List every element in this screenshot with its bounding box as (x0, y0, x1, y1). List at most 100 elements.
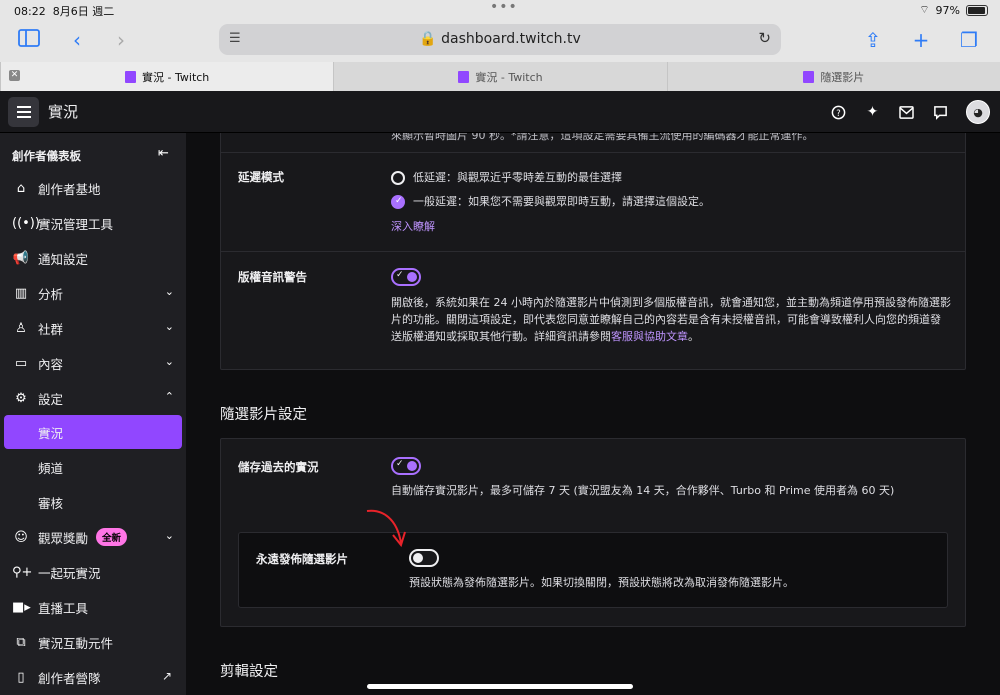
sidebar-item-label: 實況 (38, 425, 64, 441)
sparkle-icon[interactable]: ✦ (864, 104, 881, 121)
store-past-broadcasts-label: 儲存過去的實況 (238, 460, 319, 474)
browser-tab[interactable]: ✕ 實況 - Twitch (0, 62, 334, 91)
sidebar-item-broadcast-tools[interactable]: ■▸ 直播工具 (4, 590, 182, 624)
add-person-icon: ⚲+ (12, 564, 33, 580)
cut-off-text: 來顯示暫時圖片 90 秒。*請注意，這項設定需要具備主流使用的編碼器才能正常運作… (391, 133, 814, 142)
reload-icon[interactable]: ↻ (758, 29, 771, 47)
store-past-broadcasts-toggle[interactable]: ✓ (391, 457, 421, 475)
sidebar-item-label: 審核 (38, 495, 64, 511)
browser-tab[interactable]: 隨選影片 (666, 62, 1000, 91)
battery-percent: 97% (935, 3, 960, 17)
sidebar-item-label: 通知設定 (38, 251, 89, 267)
low-latency-label: 低延遲：與觀眾近乎零時差互動的最佳選擇 (413, 171, 622, 184)
help-icon[interactable]: ? (830, 104, 847, 121)
copyright-warning-toggle[interactable]: ✓ (391, 268, 421, 286)
always-publish-description: 預設狀態為發佈隨選影片。如果切換關閉，預設狀態將改為取消發佈隨選影片。 (409, 576, 794, 589)
broadcast-icon: ((•)) (12, 215, 40, 231)
check-icon: ✓ (396, 270, 404, 280)
ios-home-indicator[interactable] (367, 684, 633, 689)
clip-settings-title: 剪輯設定 (220, 664, 278, 680)
sidebar-item-creator-home[interactable]: ⌂ 創作者基地 (4, 171, 182, 205)
twitch-favicon-icon (803, 70, 815, 83)
sidebar-toggle-icon[interactable] (16, 28, 42, 52)
vod-settings-card: 儲存過去的實況 ✓ 自動儲存實況影片，最多可儲存 7 天 (實況盟友為 14 天… (220, 438, 966, 627)
sidebar-item-stream-manager[interactable]: ((•)) 實況管理工具 (4, 206, 182, 240)
low-latency-radio[interactable] (391, 171, 405, 185)
sidebar-item-stream[interactable]: 實況 (4, 415, 182, 449)
content-icon: ▭ (14, 355, 28, 371)
inbox-icon[interactable] (898, 104, 915, 121)
battery-icon (966, 4, 988, 16)
user-avatar[interactable]: ◕ (966, 100, 990, 124)
sidebar-item-moderation[interactable]: 審核 (4, 485, 182, 519)
help-article-link[interactable]: 客服與協助文章 (611, 330, 688, 343)
forward-icon[interactable]: › (108, 28, 134, 52)
sidebar-item-stream-together[interactable]: ⚲+ 一起玩實況 (4, 555, 182, 589)
sidebar-item-creator-camp[interactable]: ▯ 創作者營隊 ↗ (4, 660, 182, 694)
sidebar-item-label: 實況管理工具 (38, 216, 114, 232)
url-text[interactable]: 🔒 dashboard.twitch.tv (219, 31, 781, 47)
analytics-icon: ▥ (14, 285, 28, 301)
back-icon[interactable]: ‹ (64, 28, 90, 52)
address-bar[interactable]: ☰ 🔒 dashboard.twitch.tv ↻ (219, 24, 781, 55)
new-tab-icon[interactable]: + (908, 28, 934, 52)
collapse-sidebar-icon[interactable]: ⇤ (158, 146, 169, 161)
sidebar-item-community[interactable]: ♙ 社群 ⌄ (4, 311, 182, 345)
new-badge: 全新 (96, 528, 128, 546)
status-date: 8月6日 週二 (52, 5, 115, 18)
sidebar-item-label: 分析 (38, 286, 64, 302)
status-time: 08:22 8月6日 週二 (14, 5, 115, 18)
close-tab-icon[interactable]: ✕ (9, 70, 20, 81)
sidebar-item-extensions[interactable]: ⧉ 實況互動元件 (4, 625, 182, 659)
sidebar-item-label: 內容 (38, 356, 64, 372)
home-icon: ⌂ (16, 180, 26, 196)
sidebar-item-label: 創作者基地 (38, 181, 101, 197)
sidebar-item-content[interactable]: ▭ 內容 ⌄ (4, 346, 182, 380)
always-publish-panel: 永遠發佈隨選影片 預設狀態為發佈隨選影片。如果切換關閉，預設狀態將改為取消發佈隨… (238, 532, 948, 608)
sidebar-item-label: 設定 (38, 391, 64, 407)
sidebar-item-analytics[interactable]: ▥ 分析 ⌄ (4, 276, 182, 310)
sidebar-item-label: 觀眾獎勵 (38, 530, 89, 546)
ios-status-bar: 08:22 8月6日 週二 ••• ⌔ 97% (0, 0, 1000, 20)
twitch-favicon-icon (125, 70, 137, 83)
camera-icon: ■▸ (12, 599, 31, 615)
sidebar-item-viewer-rewards[interactable]: ☺ 觀眾獎勵 全新 ⌄ (4, 520, 182, 554)
sidebar-item-label: 創作者營隊 (38, 670, 101, 686)
vod-settings-title: 隨選影片設定 (220, 407, 307, 423)
page-title: 實況 (48, 103, 79, 121)
sidebar-item-label: 頻道 (38, 460, 64, 476)
safari-toolbar: ‹ › ☰ 🔒 dashboard.twitch.tv ↻ ⇪ + ❐ (0, 20, 1000, 62)
main-content: 來顯示暫時圖片 90 秒。*請注意，這項設定需要具備主流使用的編碼器才能正常運作… (186, 133, 1000, 695)
latency-mode-label: 延遲模式 (238, 170, 284, 184)
whispers-icon[interactable] (932, 104, 949, 121)
book-icon: ▯ (17, 669, 25, 685)
multitask-dots-icon[interactable]: ••• (490, 0, 518, 15)
community-icon: ♙ (15, 320, 27, 336)
tab-overview-icon[interactable]: ❐ (956, 28, 982, 52)
browser-tab[interactable]: 實況 - Twitch (333, 62, 667, 91)
copyright-warning-description: 開啟後，系統如果在 24 小時內於隨選影片中偵測到多個版權音訊，就會通知您，並主… (391, 296, 951, 343)
sidebar-item-label: 直播工具 (38, 600, 89, 616)
tab-label: 實況 - Twitch (475, 70, 543, 84)
sidebar-item-settings[interactable]: ⚙ 設定 ⌃ (4, 381, 182, 415)
browser-tabs: ✕ 實況 - Twitch 實況 - Twitch 隨選影片 (0, 62, 1000, 91)
smile-icon: ☺ (14, 529, 28, 545)
gear-icon: ⚙ (15, 390, 27, 406)
puzzle-icon: ⧉ (16, 634, 26, 650)
learn-more-link[interactable]: 深入瞭解 (391, 218, 435, 235)
megaphone-icon: 📢 (12, 250, 30, 266)
status-right: ⌔ 97% (919, 3, 988, 17)
sidebar-item-channel[interactable]: 頻道 (4, 450, 182, 484)
tab-label: 隨選影片 (820, 70, 865, 84)
hamburger-menu-button[interactable] (8, 97, 39, 127)
normal-latency-radio[interactable] (391, 195, 405, 209)
share-icon[interactable]: ⇪ (860, 28, 886, 52)
divider (221, 251, 965, 252)
dashboard-topbar: 實況 ? ✦ ◕ (0, 91, 1000, 133)
chevron-down-icon: ⌄ (164, 529, 174, 542)
sidebar: 創作者儀表板 ⇤ ⌂ 創作者基地 ((•)) 實況管理工具 📢 通知設定 ▥ 分析 ⌄ … (0, 133, 186, 695)
sidebar-item-label: 實況互動元件 (38, 635, 114, 651)
always-publish-toggle[interactable] (409, 549, 439, 567)
chevron-down-icon: ⌄ (164, 320, 174, 333)
sidebar-item-notifications[interactable]: 📢 通知設定 (4, 241, 182, 275)
